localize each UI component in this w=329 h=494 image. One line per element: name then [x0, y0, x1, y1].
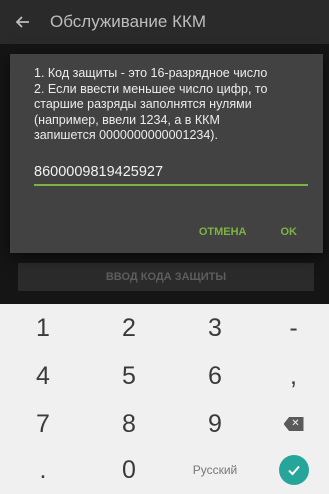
key-1[interactable]: 1 — [0, 306, 86, 350]
security-code-input[interactable] — [34, 160, 308, 186]
keyboard-row: 1 2 3 - — [0, 306, 329, 350]
key-8[interactable]: 8 — [86, 402, 172, 446]
app-bar: Обслуживание ККМ — [0, 0, 329, 44]
backspace-key[interactable]: ✕ — [258, 402, 329, 446]
key-9[interactable]: 9 — [172, 402, 258, 446]
ok-button[interactable]: OK — [273, 224, 306, 240]
key-minus[interactable]: - — [258, 306, 329, 350]
language-key[interactable]: Русский — [172, 448, 258, 492]
security-code-dialog: 1. Код защиты - это 16-разрядное число 2… — [10, 54, 323, 253]
enter-check-icon — [278, 455, 309, 485]
key-0[interactable]: 0 — [86, 448, 172, 492]
message-line: 2. Если ввести меньшее число цифр, то — [34, 81, 268, 96]
message-line: 1. Код защиты - это 16-разрядное число — [34, 66, 268, 80]
keyboard-row: 4 5 6 , — [0, 354, 329, 398]
key-period[interactable]: . — [0, 448, 86, 492]
key-4[interactable]: 4 — [0, 354, 86, 398]
dialog-message: 1. Код защиты - это 16-разрядное число 2… — [34, 66, 306, 144]
dialog-actions: ОТМЕНА OK — [191, 224, 305, 240]
numeric-keyboard: 1 2 3 - 4 5 6 , 7 8 9 ✕ . 0 Русский — [0, 304, 329, 494]
key-3[interactable]: 3 — [172, 306, 258, 350]
key-5[interactable]: 5 — [86, 354, 172, 398]
enter-security-code-button: ВВОД КОДА ЗАЩИТЫ — [18, 263, 314, 291]
key-7[interactable]: 7 — [0, 402, 86, 446]
cancel-button[interactable]: ОТМЕНА — [191, 224, 255, 240]
screen: Обслуживание ККМ ВВОД КОДА ЗАЩИТЫ 1. Код… — [0, 0, 329, 494]
message-line: (например, ввели 1234, а в ККМ — [34, 112, 220, 127]
message-line: запишется 0000000000001234). — [34, 128, 218, 142]
page-title: Обслуживание ККМ — [50, 12, 207, 31]
key-comma[interactable]: , — [258, 354, 329, 398]
key-2[interactable]: 2 — [86, 306, 172, 350]
keyboard-row: . 0 Русский — [0, 448, 329, 492]
keyboard-row: 7 8 9 ✕ — [0, 402, 329, 446]
message-line: старшие разряды заполнятся нулями — [34, 97, 252, 111]
key-6[interactable]: 6 — [172, 354, 258, 398]
backspace-icon: ✕ — [283, 417, 304, 431]
arrow-back-icon[interactable] — [0, 0, 44, 44]
enter-key[interactable] — [258, 448, 329, 492]
